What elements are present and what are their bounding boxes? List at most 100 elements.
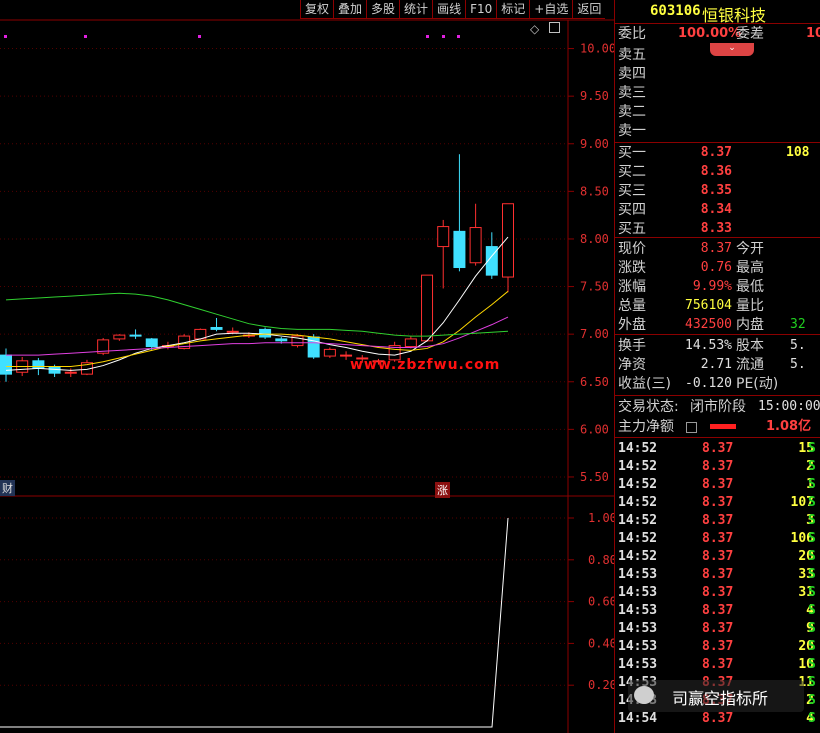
stat-label: 量比 [736,298,764,314]
quote-stat-row: 现价 8.37 今开 [618,240,820,258]
quote-stat-row: 外盘 432500 内盘 32 [618,316,820,334]
tick-direction: S [808,621,816,636]
candle-body [453,230,466,269]
buy-level-price: 8.33 [700,221,732,236]
stat-label: 收益(三) [618,376,671,392]
tick-direction: S [808,711,816,726]
quote-stat-row: 涨幅 9.99% 最低 [618,278,820,296]
indicator-tick-label: 0.60 [588,595,615,609]
quote-stat-row: 净资 2.71 流通 5. [618,356,820,374]
tick-time: 14:53 [618,603,658,618]
main-force-bar [710,424,736,429]
main-force-row[interactable]: 主力净额 1.08亿 [618,418,820,436]
price-tick-label: 8.50 [580,184,609,198]
buy-level-label: 买一 [618,145,646,161]
tick-time: 14:52 [618,441,658,456]
sell-level-label: 卖一 [618,123,646,139]
tick-time: 14:52 [618,549,658,564]
tick-direction: S [808,639,816,654]
candle-body [113,334,126,340]
tick-direction: S [808,693,816,708]
stat-label: 最高 [736,260,764,276]
price-tick-label: 6.00 [580,422,609,436]
window-icon[interactable] [549,22,560,33]
tick-direction: S [808,549,816,564]
kline-chart[interactable]: 10.00 9.50 9.00 8.50 8.00 7.50 7.00 6.50 6.00 5.5… [0,0,615,733]
buy-level-price: 8.37 [700,145,732,160]
tick-row: 14:54 8.37 4 S [618,710,820,728]
weicha-value: 10 [806,26,820,41]
tick-price: 8.37 [702,549,734,564]
sell-level-row[interactable]: 卖四 [618,65,820,83]
tick-price: 8.37 [702,585,734,600]
stat-value: 5. [790,338,806,353]
signal-dot [457,35,460,38]
tick-direction: S [808,513,816,528]
tick-row: 14:53 8.37 4 S [618,602,820,620]
buy-level-row[interactable]: 买四 8.34 [618,201,820,219]
tick-time: 14:53 [618,621,658,636]
sell-level-row[interactable]: 卖三 [618,84,820,102]
quote-stat-row: 收益(三) -0.120 PE(动) [618,375,820,393]
weibi-label: 委比 [618,26,646,42]
candle-body [210,326,223,330]
tick-price: 8.37 [702,477,734,492]
event-marker-limit-up[interactable]: 涨 [435,482,450,498]
divider [615,437,820,438]
stat-label: 内盘 [736,317,764,333]
weicha-label: 委差 [736,26,764,42]
quote-stat-row: 涨跌 0.76 最高 [618,259,820,277]
candle-body [64,371,77,374]
tick-price: 8.37 [702,603,734,618]
price-tick-label: 7.00 [580,327,609,341]
event-marker-finance[interactable]: 财 [0,480,15,496]
divider [615,395,820,396]
tick-row: 14:52 8.37 107 S [618,494,820,512]
sell-level-label: 卖四 [618,66,646,82]
candle-body [275,338,288,342]
tick-direction: S [808,585,816,600]
sell-level-row[interactable]: 卖二 [618,103,820,121]
stat-label: 净资 [618,357,646,373]
signal-dot [84,35,87,38]
tick-direction: S [808,477,816,492]
tick-time: 14:52 [618,531,658,546]
sell-level-row[interactable]: 卖五 [618,46,820,64]
indicator-tick-label: 0.80 [588,553,615,567]
tick-row: 14:52 8.37 1 S [618,476,820,494]
quote-stat-row: 换手 14.53% 股本 5. [618,337,820,355]
candle-body [404,338,417,348]
tick-time: 14:53 [618,657,658,672]
diamond-icon[interactable]: ◇ [530,22,539,36]
overlay-text: 司赢空指标所 [672,689,769,708]
weibi-row: 委比 100.00% 委差 10 [618,25,820,43]
sell-level-label: 卖五 [618,47,646,63]
buy-level-row[interactable]: 买二 8.36 [618,163,820,181]
price-tick-label: 9.50 [580,89,609,103]
stat-value: 8.37 [700,241,732,256]
tick-time: 14:52 [618,477,658,492]
stat-label: 外盘 [618,317,646,333]
candle-body [323,348,336,357]
buy-level-price: 8.35 [700,183,732,198]
candle-body [0,354,12,375]
tick-row: 14:53 8.37 9 S [618,620,820,638]
stat-value: 0.76 [700,260,732,275]
stat-value: 14.53% [685,338,732,353]
tick-time: 14:52 [618,459,658,474]
buy-level-row[interactable]: 买一 8.37 108 [618,144,820,162]
tick-row: 14:52 8.37 2 S [618,458,820,476]
tick-row: 14:53 8.37 20 S [618,638,820,656]
stat-label: 今开 [736,241,764,257]
sell-level-row[interactable]: 卖一 [618,122,820,140]
candle-body [421,274,434,342]
buy-level-row[interactable]: 买三 8.35 [618,182,820,200]
tick-time: 14:54 [618,711,658,726]
stat-value: 432500 [685,317,732,332]
tick-direction: S [808,459,816,474]
indicator-tick-label: 0.40 [588,636,615,650]
price-tick-label: 8.00 [580,232,609,246]
buy-level-row[interactable]: 买五 8.33 [618,220,820,238]
list-icon[interactable] [686,422,697,433]
buy-level-price: 8.34 [700,202,732,217]
